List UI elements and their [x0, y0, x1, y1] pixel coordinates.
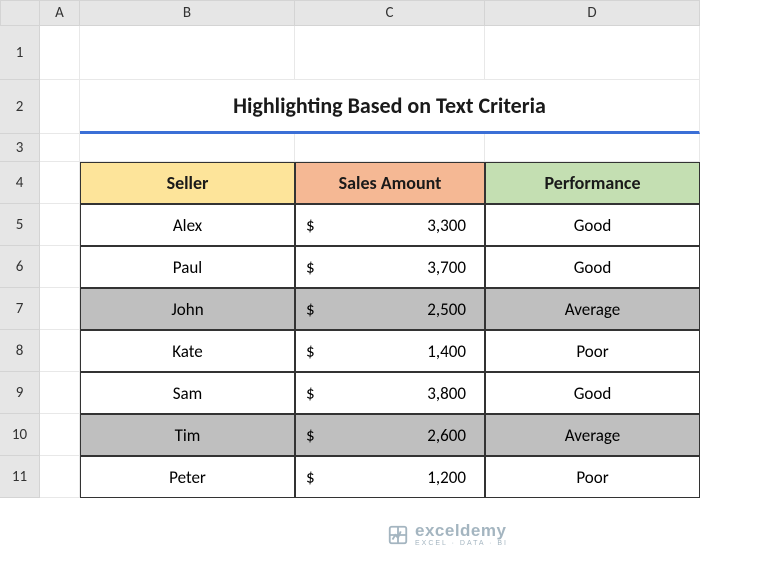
- col-header-B[interactable]: B: [80, 0, 295, 26]
- cell-A6[interactable]: [40, 246, 80, 288]
- watermark-text: exceldemy EXCEL · DATA · BI: [415, 522, 508, 547]
- watermark-icon: [387, 524, 409, 546]
- row-header-6[interactable]: 6: [0, 246, 40, 288]
- col-header-A[interactable]: A: [40, 0, 80, 26]
- cell-seller-10[interactable]: Tim: [80, 414, 295, 456]
- currency-symbol: $: [306, 257, 315, 278]
- currency-symbol: $: [306, 215, 315, 236]
- header-performance[interactable]: Performance: [485, 162, 700, 204]
- row-header-1[interactable]: 1: [0, 26, 40, 80]
- cell-C1[interactable]: [295, 26, 485, 80]
- currency-symbol: $: [306, 299, 315, 320]
- cell-A8[interactable]: [40, 330, 80, 372]
- currency-symbol: $: [306, 341, 315, 362]
- cell-A2[interactable]: [40, 80, 80, 134]
- cell-B1[interactable]: [80, 26, 295, 80]
- watermark: exceldemy EXCEL · DATA · BI: [387, 522, 508, 547]
- cell-performance-8[interactable]: Poor: [485, 330, 700, 372]
- cell-B3[interactable]: [80, 134, 295, 162]
- cell-D3[interactable]: [485, 134, 700, 162]
- cell-seller-9[interactable]: Sam: [80, 372, 295, 414]
- cell-A11[interactable]: [40, 456, 80, 498]
- row-header-7[interactable]: 7: [0, 288, 40, 330]
- amount-value: 3,700: [427, 257, 466, 278]
- spreadsheet-grid: A B C D 1 2 Highlighting Based on Text C…: [0, 0, 768, 498]
- amount-value: 1,400: [427, 341, 466, 362]
- currency-symbol: $: [306, 467, 315, 488]
- title-cell[interactable]: Highlighting Based on Text Criteria: [80, 80, 700, 134]
- watermark-main: exceldemy: [415, 522, 508, 539]
- cell-performance-9[interactable]: Good: [485, 372, 700, 414]
- row-header-3[interactable]: 3: [0, 134, 40, 162]
- header-seller[interactable]: Seller: [80, 162, 295, 204]
- cell-sales-7[interactable]: $2,500: [295, 288, 485, 330]
- header-sales[interactable]: Sales Amount: [295, 162, 485, 204]
- amount-value: 2,600: [427, 425, 466, 446]
- cell-C3[interactable]: [295, 134, 485, 162]
- row-header-11[interactable]: 11: [0, 456, 40, 498]
- row-header-8[interactable]: 8: [0, 330, 40, 372]
- cell-sales-10[interactable]: $2,600: [295, 414, 485, 456]
- cell-seller-6[interactable]: Paul: [80, 246, 295, 288]
- cell-A10[interactable]: [40, 414, 80, 456]
- cell-A4[interactable]: [40, 162, 80, 204]
- cell-performance-11[interactable]: Poor: [485, 456, 700, 498]
- cell-performance-6[interactable]: Good: [485, 246, 700, 288]
- cell-seller-8[interactable]: Kate: [80, 330, 295, 372]
- currency-symbol: $: [306, 425, 315, 446]
- grid-corner: [0, 0, 40, 26]
- amount-value: 3,800: [427, 383, 466, 404]
- cell-A3[interactable]: [40, 134, 80, 162]
- cell-performance-7[interactable]: Average: [485, 288, 700, 330]
- cell-sales-5[interactable]: $3,300: [295, 204, 485, 246]
- cell-sales-8[interactable]: $1,400: [295, 330, 485, 372]
- cell-performance-10[interactable]: Average: [485, 414, 700, 456]
- cell-seller-11[interactable]: Peter: [80, 456, 295, 498]
- row-header-5[interactable]: 5: [0, 204, 40, 246]
- col-header-C[interactable]: C: [295, 0, 485, 26]
- row-header-2[interactable]: 2: [0, 80, 40, 134]
- amount-value: 3,300: [427, 215, 466, 236]
- watermark-sub: EXCEL · DATA · BI: [415, 540, 508, 547]
- col-header-D[interactable]: D: [485, 0, 700, 26]
- cell-A1[interactable]: [40, 26, 80, 80]
- cell-A9[interactable]: [40, 372, 80, 414]
- cell-sales-11[interactable]: $1,200: [295, 456, 485, 498]
- cell-sales-9[interactable]: $3,800: [295, 372, 485, 414]
- row-header-4[interactable]: 4: [0, 162, 40, 204]
- currency-symbol: $: [306, 383, 315, 404]
- row-header-10[interactable]: 10: [0, 414, 40, 456]
- cell-sales-6[interactable]: $3,700: [295, 246, 485, 288]
- cell-seller-5[interactable]: Alex: [80, 204, 295, 246]
- amount-value: 1,200: [427, 467, 466, 488]
- cell-A7[interactable]: [40, 288, 80, 330]
- cell-A5[interactable]: [40, 204, 80, 246]
- amount-value: 2,500: [427, 299, 466, 320]
- cell-seller-7[interactable]: John: [80, 288, 295, 330]
- cell-performance-5[interactable]: Good: [485, 204, 700, 246]
- cell-D1[interactable]: [485, 26, 700, 80]
- row-header-9[interactable]: 9: [0, 372, 40, 414]
